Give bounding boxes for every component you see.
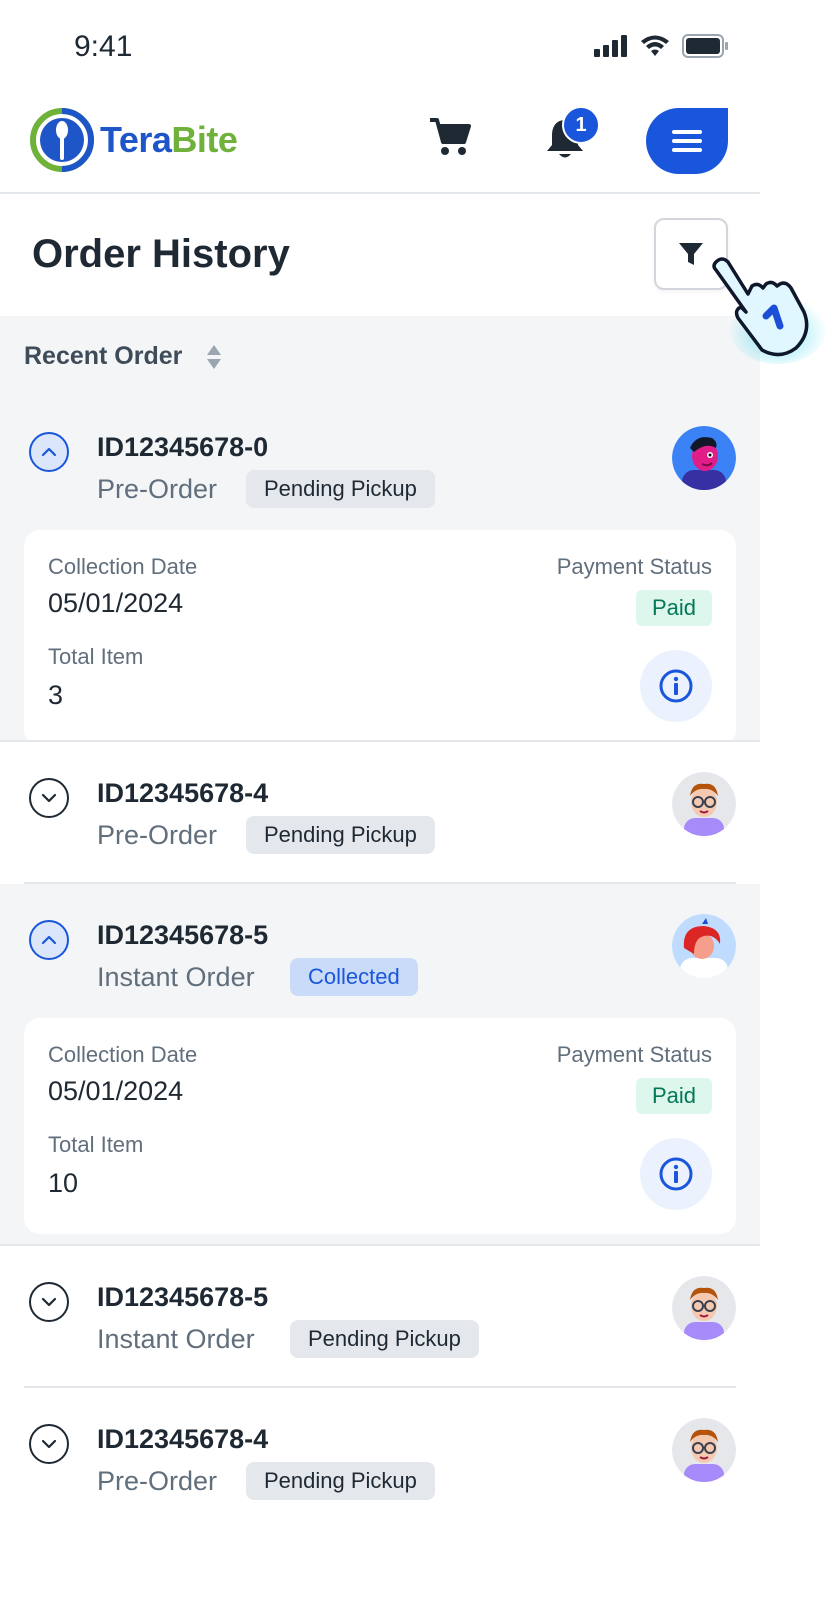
order-card[interactable]: ID12345678-4 Pre-Order Pending Pickup <box>0 742 760 884</box>
status-time: 9:41 <box>74 30 133 63</box>
info-button[interactable] <box>640 650 712 722</box>
total-item-value: 3 <box>48 680 64 710</box>
collection-date-label: Collection Date <box>48 1042 198 1067</box>
collection-date-label: Collection Date <box>48 554 198 579</box>
notification-badge: 1 <box>562 106 600 144</box>
avatar <box>672 1276 736 1340</box>
total-item-value: 10 <box>48 1168 79 1198</box>
order-type: Pre-Order <box>97 474 218 504</box>
order-id: ID12345678-5 <box>97 1282 269 1312</box>
order-id: ID12345678-4 <box>97 1424 269 1454</box>
order-card[interactable]: ID12345678-5 Instant Order Collected Col… <box>0 884 760 1246</box>
total-item-label: Total Item <box>48 1132 144 1157</box>
sort-arrows-icon[interactable] <box>206 344 222 370</box>
avatar <box>672 914 736 978</box>
order-details-panel: Collection Date 05/01/2024 Payment Statu… <box>24 530 736 746</box>
payment-status-label: Payment Status <box>556 1042 712 1067</box>
order-card[interactable]: ID12345678-4 Pre-Order Pending Pickup <box>0 1388 760 1530</box>
info-icon <box>659 1157 693 1191</box>
status-bar: 9:41 <box>0 0 760 94</box>
collapse-toggle[interactable] <box>29 432 69 472</box>
hamburger-icon <box>672 130 702 152</box>
payment-status-badge: Paid <box>635 590 712 626</box>
order-details-panel: Collection Date 05/01/2024 Payment Statu… <box>24 1018 736 1234</box>
status-badge: Pending Pickup <box>290 1320 479 1358</box>
avatar <box>672 772 736 836</box>
order-type: Instant Order <box>97 962 255 992</box>
menu-button[interactable] <box>646 108 728 174</box>
expand-toggle[interactable] <box>29 778 69 818</box>
payment-status-badge: Paid <box>635 1078 712 1114</box>
order-id: ID12345678-5 <box>97 920 269 950</box>
order-type: Pre-Order <box>97 1466 218 1496</box>
chevron-up-icon <box>41 935 57 945</box>
collection-date-value: 05/01/2024 <box>48 588 184 618</box>
cart-icon[interactable] <box>428 114 472 158</box>
chevron-up-icon <box>41 447 57 457</box>
order-id: ID12345678-4 <box>97 778 269 808</box>
avatar <box>672 426 736 490</box>
phone-screen: 9:41 TeraBite 1 Order History Recent Ord… <box>0 0 760 1624</box>
collection-date-value: 05/01/2024 <box>48 1076 184 1106</box>
expand-toggle[interactable] <box>29 1424 69 1464</box>
order-id: ID12345678-0 <box>97 432 269 462</box>
sort-bar[interactable]: Recent Order <box>0 316 760 398</box>
wifi-icon <box>641 35 669 56</box>
pointer-hand-icon <box>712 257 828 364</box>
status-badge: Pending Pickup <box>246 470 435 508</box>
page-title: Order History <box>32 232 290 276</box>
status-icons <box>594 34 730 58</box>
logo-text: TeraBite <box>100 119 238 161</box>
collapse-toggle[interactable] <box>29 920 69 960</box>
order-card[interactable]: ID12345678-0 Pre-Order Pending Pickup Co… <box>0 396 760 746</box>
total-item-label: Total Item <box>48 644 144 669</box>
payment-status-label: Payment Status <box>556 554 712 579</box>
battery-icon <box>682 34 728 58</box>
chevron-down-icon <box>41 1439 57 1449</box>
status-badge: Pending Pickup <box>246 816 435 854</box>
info-icon <box>659 669 693 703</box>
filter-icon <box>679 243 703 265</box>
chevron-down-icon <box>41 1297 57 1307</box>
sort-label: Recent Order <box>24 342 183 370</box>
order-type: Pre-Order <box>97 820 218 850</box>
chevron-down-icon <box>41 793 57 803</box>
title-row: Order History <box>0 192 760 316</box>
order-type: Instant Order <box>97 1324 255 1354</box>
logo-text-tera: Tera <box>100 119 172 160</box>
info-button[interactable] <box>640 1138 712 1210</box>
spoon-logo-icon <box>30 108 94 172</box>
expand-toggle[interactable] <box>29 1282 69 1322</box>
status-badge: Collected <box>290 958 418 996</box>
order-card[interactable]: ID12345678-5 Instant Order Pending Picku… <box>0 1246 760 1388</box>
terabite-logo[interactable]: TeraBite <box>30 108 238 172</box>
logo-text-bite: Bite <box>171 119 238 160</box>
avatar <box>672 1418 736 1482</box>
signal-icon <box>594 35 627 57</box>
app-header: TeraBite 1 <box>0 94 760 194</box>
status-badge: Pending Pickup <box>246 1462 435 1500</box>
